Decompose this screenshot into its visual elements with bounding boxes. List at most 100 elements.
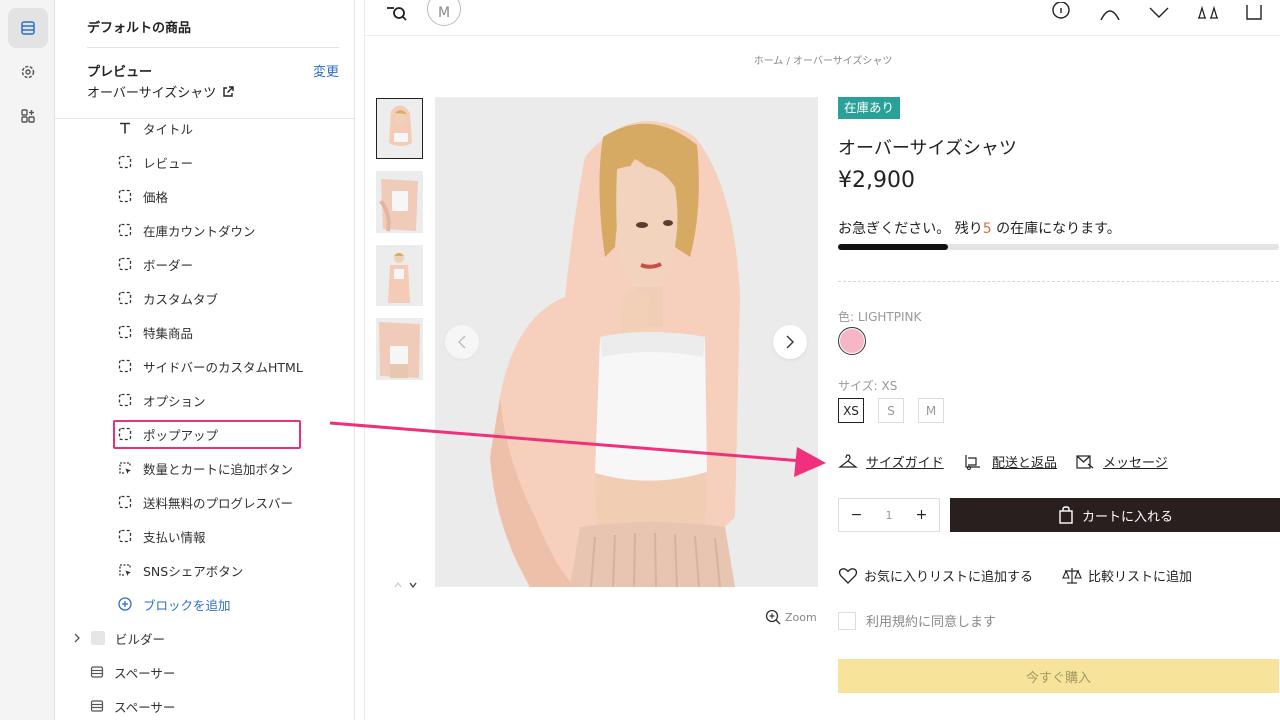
shipping-icon (965, 454, 980, 470)
block-item[interactable]: ボーダー (117, 253, 193, 275)
chevron-right-icon (786, 335, 794, 349)
block-item[interactable]: カスタムタブ (117, 287, 218, 309)
wishlist-icon[interactable] (1148, 4, 1170, 20)
thumbnail-2[interactable] (376, 171, 423, 233)
menu-search-icon[interactable] (385, 4, 409, 24)
terms-checkbox[interactable] (838, 611, 856, 630)
shipping-returns-link[interactable]: 配送と返品 (964, 452, 1057, 471)
preview-frame: M ホーム / オーバーサイズシャツ Zoom 在庫あり オーバーサイズシャツ … (364, 0, 1280, 720)
terms-agreement: 利用規約に同意します (838, 611, 996, 630)
add-to-cart-button[interactable]: カートに入れる (950, 498, 1280, 532)
color-option-label: 色: LIGHTPINK (838, 310, 922, 324)
quantity-value[interactable]: 1 (885, 509, 892, 522)
message-label: メッセージ (1103, 456, 1168, 471)
block-label: 送料無料のプログレスバー (143, 495, 294, 511)
stock-progress-bar (838, 244, 1279, 250)
block-icon (117, 324, 133, 340)
block-icon (117, 154, 133, 170)
block-item[interactable]: 支払い情報 (117, 525, 206, 547)
store-logo[interactable]: M (427, 0, 461, 26)
block-label: オプション (143, 393, 206, 409)
cursor-block-icon (117, 460, 133, 476)
add-to-wishlist-button[interactable]: お気に入りリストに追加する (838, 566, 1033, 585)
add-block-label: ブロックを追加 (143, 597, 231, 613)
color-swatch-lightpink[interactable] (838, 327, 866, 355)
plus-circle-icon (118, 597, 132, 611)
image-prev-button[interactable] (445, 325, 479, 359)
editor-panel: デフォルトの商品 プレビュー 変更 オーバーサイズシャツ タイトル レビュー 価格在… (55, 0, 355, 720)
size-button-s[interactable]: S (878, 398, 904, 423)
size-button-m[interactable]: M (918, 398, 944, 423)
account-icon[interactable] (1099, 2, 1121, 22)
size-guide-link[interactable]: サイズガイド (838, 452, 944, 471)
section-label: ビルダー (115, 631, 166, 647)
urgency-suffix: の在庫になります。 (991, 221, 1121, 237)
block-item[interactable]: タイトル (117, 117, 193, 139)
block-label: 特集商品 (143, 325, 194, 341)
thumbnail-4[interactable] (376, 318, 423, 380)
section-label: スペーサー (114, 699, 176, 715)
divider (838, 281, 1279, 282)
divider (55, 118, 355, 119)
block-item[interactable]: 在庫カウントダウン (117, 219, 256, 241)
block-item[interactable]: オプション (117, 389, 206, 411)
compare-label: 比較リストに追加 (1088, 570, 1193, 585)
add-to-compare-button[interactable]: 比較リストに追加 (1062, 566, 1192, 585)
scale-icon (1062, 567, 1082, 584)
preview-product-link[interactable]: オーバーサイズシャツ (87, 82, 234, 101)
block-icon (117, 188, 133, 204)
info-icon[interactable] (1051, 2, 1071, 22)
block-item[interactable]: SNSシェアボタン (117, 559, 243, 581)
product-title: オーバーサイズシャツ (838, 138, 1017, 159)
section-item-spacer[interactable]: スペーサー (90, 661, 175, 683)
section-label: スペーサー (114, 665, 176, 681)
thumbnail-3[interactable] (376, 245, 423, 306)
apps-icon (21, 109, 35, 123)
swatch-fill (840, 329, 864, 353)
block-item[interactable]: レビュー (117, 151, 193, 173)
block-item[interactable]: 送料無料のプログレスバー (117, 491, 293, 513)
store-header: M (365, 0, 1280, 36)
block-item[interactable]: 価格 (117, 185, 168, 207)
panel-title: デフォルトの商品 (87, 21, 192, 36)
block-icon (117, 494, 133, 510)
apps-nav-button[interactable] (8, 96, 48, 136)
add-to-cart-label: カートに入れる (1081, 509, 1173, 525)
block-label: レビュー (143, 155, 194, 171)
section-item-spacer[interactable]: スペーサー (90, 695, 175, 717)
sections-nav-button[interactable] (8, 8, 48, 48)
size-guide-label: サイズガイド (866, 456, 944, 471)
block-item[interactable]: 数量とカートに追加ボタン (117, 457, 293, 479)
cart-icon[interactable] (1244, 2, 1264, 20)
add-block-button[interactable]: ブロックを追加 (117, 593, 231, 615)
zoom-button[interactable]: Zoom (765, 609, 817, 625)
divider (87, 47, 339, 48)
section-item-builder[interactable]: ビルダー (73, 627, 165, 649)
thumbnail-image (376, 171, 423, 233)
message-link[interactable]: メッセージ (1075, 452, 1168, 471)
stock-progress-fill (838, 244, 949, 250)
thumbnail-scroll-icon[interactable] (393, 580, 421, 590)
hanger-icon (838, 453, 858, 468)
compare-icon[interactable] (1196, 4, 1220, 20)
quantity-decrease-button[interactable]: − (851, 507, 863, 523)
block-icon (117, 222, 133, 238)
wishlist-label: お気に入りリストに追加する (864, 570, 1034, 585)
heart-icon (838, 567, 858, 584)
thumbnail-1[interactable] (376, 98, 423, 159)
quantity-increase-button[interactable]: + (916, 507, 928, 523)
shopping-bag-icon (1059, 506, 1073, 524)
stock-count: 5 (982, 221, 992, 237)
store-preview: M ホーム / オーバーサイズシャツ Zoom 在庫あり オーバーサイズシャツ … (355, 0, 1280, 720)
block-item[interactable]: サイドバーのカスタムHTML (117, 355, 303, 377)
image-next-button[interactable] (773, 325, 807, 359)
block-label: 在庫カウントダウン (143, 223, 256, 239)
change-preview-link[interactable]: 変更 (313, 61, 339, 80)
buy-now-button[interactable]: 今すぐ購入 (838, 659, 1279, 693)
sections-icon (21, 21, 35, 35)
product-main-image[interactable] (435, 97, 818, 587)
block-item[interactable]: 特集商品 (117, 321, 193, 343)
block-label: 支払い情報 (143, 529, 206, 545)
size-button-xs[interactable]: XS (838, 398, 864, 423)
settings-nav-button[interactable] (8, 52, 48, 92)
